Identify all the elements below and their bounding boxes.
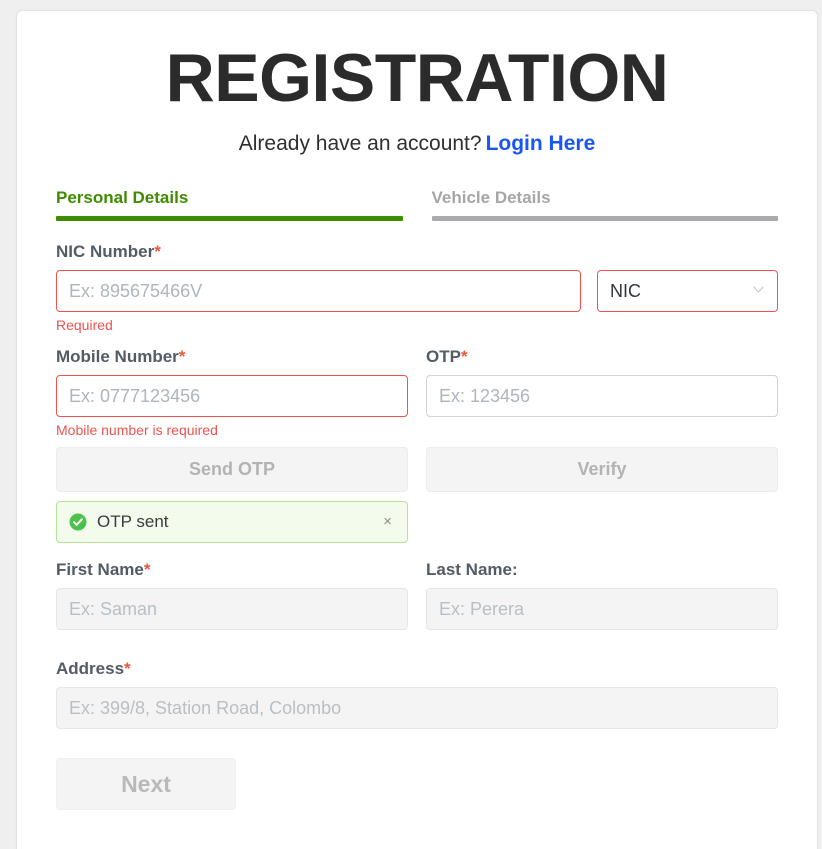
otp-sent-alert: OTP sent × bbox=[56, 501, 408, 543]
verify-button[interactable]: Verify bbox=[426, 447, 778, 492]
last-name-label: Last Name: bbox=[426, 559, 778, 581]
address-label: Address* bbox=[56, 658, 778, 680]
check-circle-icon bbox=[69, 513, 87, 531]
mobile-number-label: Mobile Number* bbox=[56, 346, 408, 368]
tab-personal-details-label: Personal Details bbox=[56, 188, 189, 207]
page-background: REGISTRATION Already have an account? Log… bbox=[0, 0, 822, 849]
registration-card: REGISTRATION Already have an account? Log… bbox=[16, 10, 818, 849]
nic-number-error: Required bbox=[56, 317, 113, 333]
first-name-input[interactable]: Ex: Saman bbox=[56, 588, 408, 630]
tab-personal-details-underline bbox=[56, 216, 403, 221]
nic-type-select-value: NIC bbox=[610, 281, 641, 301]
address-required-asterisk: * bbox=[124, 659, 131, 678]
tab-vehicle-details-label: Vehicle Details bbox=[431, 188, 551, 207]
name-label-row: First Name* Last Name: bbox=[56, 559, 778, 588]
otp-label-text: OTP bbox=[426, 347, 461, 366]
page-title: REGISTRATION bbox=[165, 40, 669, 116]
nic-required-asterisk: * bbox=[154, 242, 161, 261]
otp-sent-alert-message: OTP sent bbox=[97, 512, 169, 531]
close-icon[interactable]: × bbox=[380, 513, 395, 531]
last-name-input[interactable]: Ex: Perera bbox=[426, 588, 778, 630]
address-label-text: Address bbox=[56, 659, 125, 678]
otp-input[interactable]: Ex: 123456 bbox=[426, 375, 778, 417]
otp-action-row: Send OTP OTP sent × Verify bbox=[56, 447, 778, 543]
nic-number-label: NIC Number* bbox=[56, 241, 778, 263]
last-name-label-text: Last Name bbox=[426, 560, 512, 579]
nic-number-row: Ex: 895675466V NIC bbox=[56, 270, 778, 312]
mobile-otp-label-row: Mobile Number* OTP* bbox=[56, 346, 778, 375]
chevron-down-icon bbox=[753, 284, 764, 295]
form-step-tabs: Personal Details Vehicle Details bbox=[40, 187, 794, 221]
registration-form: NIC Number* Ex: 895675466V NIC Required bbox=[40, 241, 794, 810]
otp-required-asterisk: * bbox=[460, 347, 468, 366]
login-here-link[interactable]: Login Here bbox=[486, 132, 596, 155]
mobile-number-input[interactable]: Ex: 0777123456 bbox=[56, 375, 408, 417]
nic-number-label-text: NIC Number bbox=[56, 242, 155, 261]
next-button[interactable]: Next bbox=[56, 758, 236, 810]
nic-number-input[interactable]: Ex: 895675466V bbox=[56, 270, 581, 312]
mobile-number-error: Mobile number is required bbox=[56, 422, 218, 438]
login-prompt: Already have an account? Login Here bbox=[40, 131, 794, 157]
send-otp-button[interactable]: Send OTP bbox=[56, 447, 408, 492]
last-name-colon: : bbox=[511, 560, 518, 579]
address-input[interactable]: Ex: 399/8, Station Road, Colombo bbox=[56, 687, 778, 729]
mobile-required-asterisk: * bbox=[178, 347, 186, 366]
first-name-label-text: First Name bbox=[56, 560, 144, 579]
next-button-wrap: Next bbox=[56, 758, 778, 810]
mobile-otp-input-row: Ex: 0777123456 Mobile number is required… bbox=[56, 375, 778, 439]
name-input-row: Ex: Saman Ex: Perera bbox=[56, 588, 778, 630]
first-name-label: First Name* bbox=[56, 559, 408, 581]
tab-vehicle-details[interactable]: Vehicle Details bbox=[431, 187, 778, 221]
mobile-number-label-text: Mobile Number bbox=[56, 347, 179, 366]
nic-type-select[interactable]: NIC bbox=[597, 270, 778, 312]
first-name-required-asterisk: * bbox=[143, 560, 151, 579]
otp-label: OTP* bbox=[426, 346, 778, 368]
login-prompt-text: Already have an account? bbox=[238, 132, 482, 155]
tab-vehicle-details-underline bbox=[431, 216, 778, 221]
tab-personal-details[interactable]: Personal Details bbox=[56, 187, 403, 221]
